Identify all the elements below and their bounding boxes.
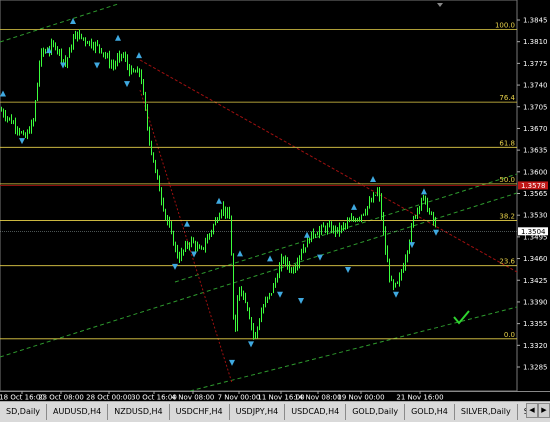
current-price-tag-label: 1.3504: [521, 228, 546, 236]
chart-tab[interactable]: USDCAD,H4: [285, 404, 347, 420]
price-tick-label: 1.3845: [523, 17, 548, 25]
time-tick-label: 23 Oct 08:00: [38, 394, 84, 402]
price-tick-label: 1.3740: [523, 82, 548, 90]
time-tick-label: 4 Nov 08:00: [172, 394, 215, 402]
fibonacci-levels: 100.0 76.4 61.8 50.0 38.2 23.6 0.0: [0, 22, 517, 340]
price-tick-label: 1.3705: [523, 103, 548, 111]
fib-level-label: 38.2: [499, 212, 515, 220]
chart-frame: [0, 0, 518, 392]
price-tick-label: 1.3810: [523, 38, 548, 46]
fractal-down-arrow: [345, 266, 351, 273]
chart-tab[interactable]: AUDUSD,H4: [47, 404, 109, 420]
price-tick-label: 1.3670: [523, 125, 548, 133]
price-tick-label: 1.3285: [523, 364, 548, 372]
red-trend-line: [139, 59, 517, 273]
fractal-up-arrow: [421, 188, 427, 195]
fractal-down-arrow: [248, 341, 254, 348]
time-tick-label: 7 Nov 00:00: [218, 394, 261, 402]
fractal-up-arrow: [70, 18, 76, 24]
fractal-up-arrow: [351, 203, 357, 210]
tab-scroll-left-button[interactable]: ◀: [526, 403, 538, 418]
chart-markers: 1.3578 1.3504: [437, 3, 548, 325]
fractal-up-arrow: [370, 176, 376, 183]
time-tick-label: 28 Oct 00:00: [86, 394, 132, 402]
fib-level-label: 23.6: [499, 258, 515, 266]
chart-tab[interactable]: GOLD,H4: [405, 404, 455, 420]
price-tick-label: 1.3565: [523, 190, 548, 198]
price-tick-label: 1.3530: [523, 212, 548, 220]
chart-tab[interactable]: SD,Daily: [0, 404, 48, 420]
fractal-up-arrow: [267, 255, 273, 262]
price-tick-label: 1.3775: [523, 60, 548, 68]
fractal-down-arrow: [298, 297, 304, 304]
fractal-up-arrow: [0, 90, 6, 97]
price-tick-label: 1.3600: [523, 168, 548, 176]
price-tick-label: 1.3460: [523, 255, 548, 263]
chart-tab[interactable]: USDJPY,H4: [230, 404, 286, 420]
fractal-up-arrow: [304, 231, 310, 238]
time-axis: 18 Oct 16:0023 Oct 08:00 28 Oct 00:00 30 O…: [0, 391, 444, 401]
chart-tab[interactable]: SILVER,Daily: [455, 404, 518, 420]
chart-tab[interactable]: NZDUSD,H4: [108, 404, 170, 420]
fractal-down-arrow: [19, 138, 25, 145]
price-axis: 1.3845 1.3810 1.3775 1.3740 1.3705 1.3670 1.36…: [517, 17, 548, 372]
time-tick-label: 30 Oct 16:00: [131, 394, 177, 402]
fractal-down-arrow: [229, 359, 235, 366]
time-tick-label: 19 Nov 00:00: [337, 394, 384, 402]
trend-channel: [0, 3, 517, 391]
price-tick-label: 1.3635: [523, 147, 548, 155]
channel-upper-left: [0, 3, 119, 43]
candlesticks: [1, 29, 436, 340]
fractal-up-arrow: [136, 52, 142, 59]
price-tick-label: 1.3390: [523, 298, 548, 306]
fractal-down-arrow: [433, 229, 439, 236]
channel-lower-line: [189, 306, 517, 391]
channel-mid-line: [0, 192, 517, 358]
fractal-up-arrow: [115, 34, 121, 41]
fib-level-label: 0.0: [504, 331, 515, 339]
chart-tab-bar: SD,Daily AUDUSD,H4 NZDUSD,H4 USDCHF,H4 USDJP…: [0, 401, 550, 422]
chart-tab[interactable]: USDCHF,H4: [170, 404, 230, 420]
time-tick-label: 21 Nov 16:00: [396, 394, 443, 402]
fib-level-label: 61.8: [499, 139, 515, 147]
fractal-up-arrow: [184, 220, 190, 227]
price-tick-label: 1.3320: [523, 342, 548, 350]
fractal-arrows: [0, 18, 439, 366]
chart-shift-icon: [437, 3, 443, 7]
price-tick-label: 1.3355: [523, 320, 548, 328]
fractal-down-arrow: [317, 254, 323, 261]
fib-level-label: 76.4: [499, 94, 515, 102]
price-chart[interactable]: 100.0 76.4 61.8 50.0 38.2 23.6 0.0 1.3845 1.381…: [0, 0, 550, 401]
time-tick-label: 14 Nov 08:00: [294, 394, 341, 402]
red-level-tag-label: 1.3578: [521, 182, 546, 190]
fractal-down-arrow: [172, 263, 178, 270]
chart-grid: [0, 0, 550, 392]
fractal-down-arrow: [94, 62, 100, 69]
fractal-up-arrow: [237, 250, 243, 257]
tab-scroll-right-button[interactable]: ▶: [538, 403, 550, 418]
fib-level-label: 100.0: [495, 22, 515, 30]
fractal-down-arrow: [277, 291, 283, 298]
fib-level-label: 50.0: [499, 176, 515, 184]
fractal-up-arrow: [216, 197, 222, 204]
fractal-down-arrow: [124, 81, 130, 88]
checkmark-icon: [453, 310, 470, 325]
fractal-down-arrow: [393, 291, 399, 298]
price-tick-label: 1.3425: [523, 277, 548, 285]
chart-tab[interactable]: GOLD,Daily: [346, 404, 406, 420]
